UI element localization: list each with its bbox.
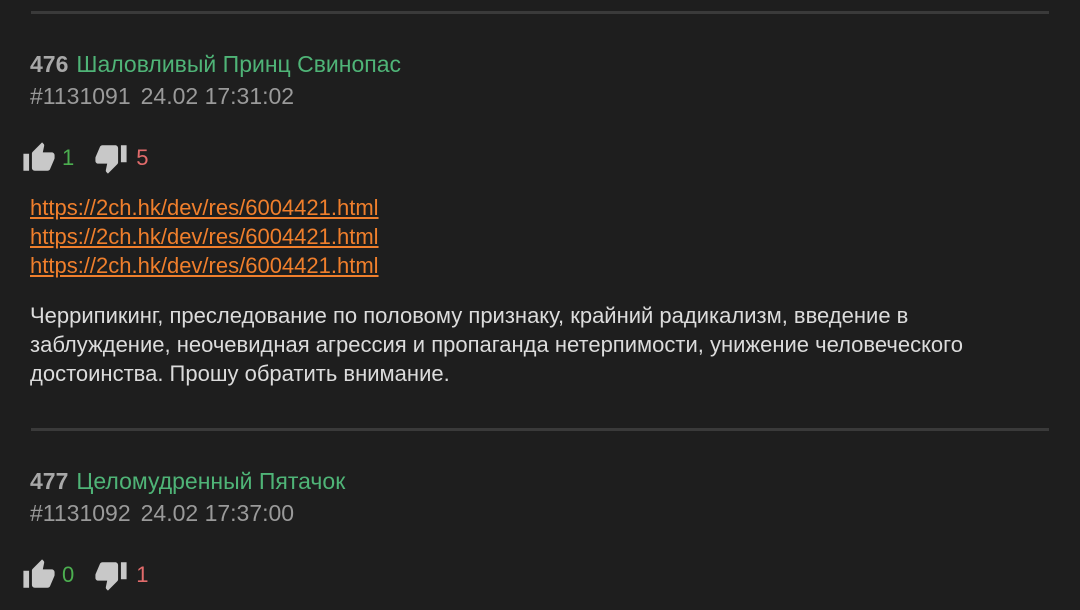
like-count: 0 <box>62 562 75 587</box>
vote-bar: 0 1 <box>22 555 149 595</box>
post-date: 24.02 17:31:02 <box>140 83 295 109</box>
vote-bar: 1 5 <box>22 138 149 178</box>
thread-link[interactable]: https://2ch.hk/dev/res/6004421.html <box>30 222 379 251</box>
post-number[interactable]: 476 <box>30 51 68 77</box>
dislike-button[interactable]: 5 <box>94 141 149 175</box>
thread-link[interactable]: https://2ch.hk/dev/res/6004421.html <box>30 251 379 280</box>
thumbs-down-icon <box>94 558 128 592</box>
dislike-button[interactable]: 1 <box>94 558 149 592</box>
post-divider <box>31 11 1049 14</box>
thumbs-up-icon <box>22 558 56 592</box>
post-header: 476 Шаловливый Принц Свинопас <box>30 49 401 79</box>
dislike-count: 1 <box>136 562 149 587</box>
thumbs-up-icon <box>22 141 56 175</box>
poster-name: Целомудренный Пятачок <box>76 468 346 494</box>
like-button[interactable]: 0 <box>22 558 94 592</box>
post-meta: #1131092 24.02 17:37:00 <box>30 498 294 528</box>
post-id[interactable]: #1131092 <box>30 500 131 526</box>
post-meta: #1131091 24.02 17:31:02 <box>30 81 294 111</box>
like-button[interactable]: 1 <box>22 141 94 175</box>
post-divider <box>31 428 1049 431</box>
thumbs-down-icon <box>94 141 128 175</box>
post-id[interactable]: #1131091 <box>30 83 131 109</box>
like-count: 1 <box>62 145 75 170</box>
thread-link[interactable]: https://2ch.hk/dev/res/6004421.html <box>30 193 379 222</box>
poster-name: Шаловливый Принц Свинопас <box>76 51 402 77</box>
post-date: 24.02 17:37:00 <box>140 500 295 526</box>
post-body: Черрипикинг, преследование по половому п… <box>30 303 963 386</box>
post-number[interactable]: 477 <box>30 468 68 494</box>
dislike-count: 5 <box>136 145 149 170</box>
post-header: 477 Целомудренный Пятачок <box>30 466 345 496</box>
post-links: https://2ch.hk/dev/res/6004421.html http… <box>30 193 379 280</box>
